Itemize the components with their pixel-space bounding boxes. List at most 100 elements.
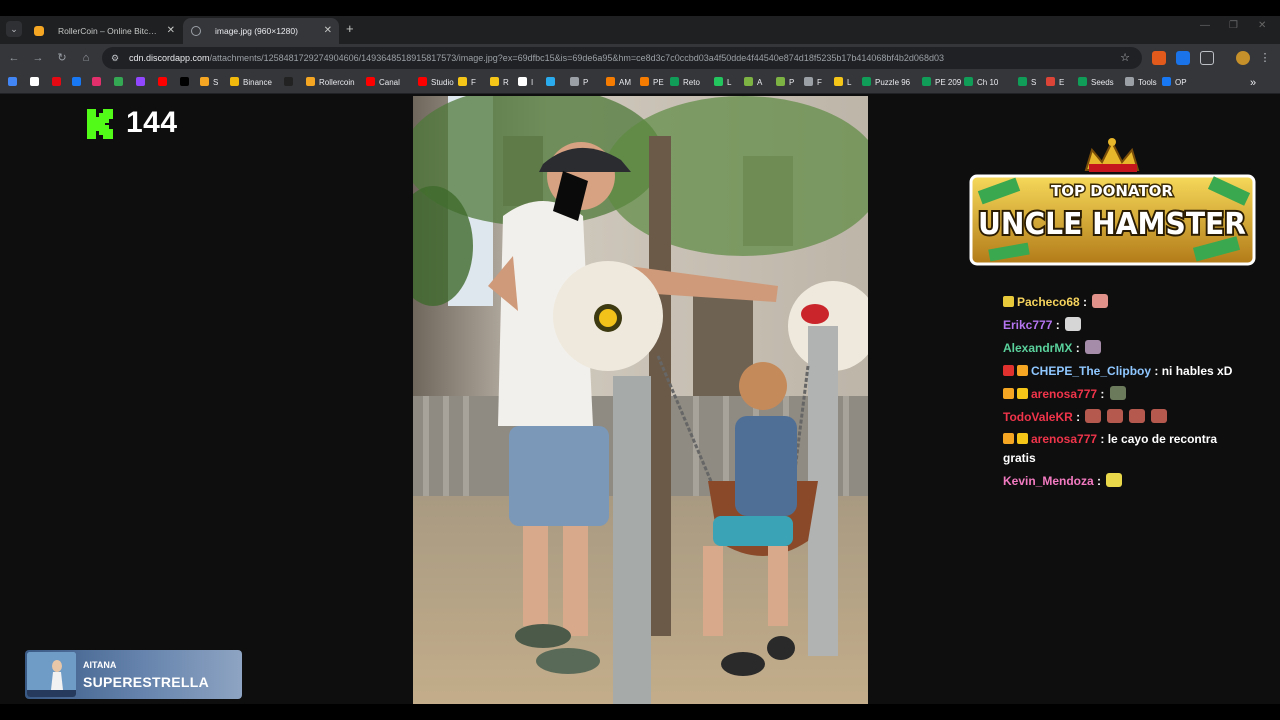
chat-username[interactable]: TodoValeKR	[1003, 410, 1073, 424]
bookmark-item[interactable]: F	[804, 76, 822, 90]
chat-message: TodoValeKR :	[1003, 407, 1243, 427]
bookmark-favicon-icon	[714, 77, 723, 86]
chat-username[interactable]: CHEPE_The_Clipboy	[1031, 364, 1151, 378]
bookmark-item[interactable]: OP	[1162, 76, 1187, 90]
bookmark-favicon-icon	[366, 77, 375, 86]
close-window-icon[interactable]: ✕	[1258, 20, 1266, 31]
bookmark-item[interactable]: Seeds	[1078, 76, 1114, 90]
bookmark-item[interactable]: PE 209	[922, 76, 961, 90]
chat-separator: :	[1072, 341, 1084, 355]
chat-separator: :	[1097, 387, 1108, 401]
now-playing-card: AITANA SUPERESTRELLA	[25, 650, 242, 699]
chat-emote-icon	[1065, 317, 1082, 331]
bookmark-item[interactable]: Binance	[230, 76, 272, 90]
chat-username[interactable]: arenosa777	[1031, 387, 1097, 401]
bookmark-item[interactable]	[114, 76, 127, 90]
chat-overlay: Pacheco68 : Erikc777 : AlexandrMX : CHEP…	[1003, 292, 1243, 494]
bookmark-item[interactable]: E	[1046, 76, 1064, 90]
chat-username[interactable]: Pacheco68	[1017, 295, 1080, 309]
extensions-puzzle-icon[interactable]	[1200, 51, 1214, 65]
bookmark-label: Canal	[379, 78, 400, 87]
chat-message: CHEPE_The_Clipboy : ni hables xD	[1003, 361, 1243, 381]
bookmark-favicon-icon	[922, 77, 931, 86]
viewer-count: 144	[126, 106, 178, 139]
forward-icon[interactable]: →	[30, 50, 46, 66]
bookmark-item[interactable]: PE	[640, 76, 664, 90]
bookmark-item[interactable]: Canal	[366, 76, 400, 90]
bookmark-item[interactable]: S	[1018, 76, 1036, 90]
tab-label: image.jpg (960×1280)	[215, 26, 298, 36]
bookmark-item[interactable]: P	[776, 76, 794, 90]
bookmark-label: I	[531, 78, 534, 87]
profile-avatar[interactable]	[1236, 51, 1250, 65]
maximize-icon[interactable]: ❐	[1229, 20, 1238, 31]
tab-rollercoin[interactable]: RollerCoin – Online Bitcoin Mining Simul…	[26, 18, 182, 44]
bookmark-item[interactable]	[72, 76, 85, 90]
bookmark-item[interactable]: Studio	[418, 76, 454, 90]
chat-username[interactable]: Kevin_Mendoza	[1003, 474, 1094, 488]
tab-search-chevron-icon[interactable]: ⌄	[6, 21, 22, 37]
address-bar[interactable]: ⚙ cdn.discordapp.com/attachments/1258481…	[102, 47, 1142, 69]
close-tab-icon[interactable]: ✕	[167, 18, 175, 44]
bookmark-item[interactable]	[8, 76, 21, 90]
bookmark-item[interactable]: Ch 10	[964, 76, 998, 90]
bookmark-item[interactable]	[136, 76, 149, 90]
bookmark-label: F	[817, 78, 822, 87]
chat-message: arenosa777 : le cayo de recontra gratis	[1003, 430, 1243, 468]
tab-label: RollerCoin – Online Bitcoin Mining Simul…	[58, 26, 158, 36]
bookmark-item[interactable]: F	[458, 76, 476, 90]
bookmark-item[interactable]	[180, 76, 193, 90]
bookmark-item[interactable]: Tools	[1125, 76, 1157, 90]
bookmark-label: PE 209	[935, 78, 962, 87]
bookmark-item[interactable]: S	[200, 76, 218, 90]
bookmark-item[interactable]: AM	[606, 76, 631, 90]
bookmark-item[interactable]: L	[834, 76, 851, 90]
bookmark-favicon-icon	[490, 77, 499, 86]
bookmark-item[interactable]: L	[714, 76, 731, 90]
bookmark-favicon-icon	[200, 77, 209, 86]
bookmark-favicon-icon	[92, 77, 101, 86]
bookmark-item[interactable]: Puzzle 96	[862, 76, 910, 90]
extension-fox-icon[interactable]	[1152, 51, 1166, 65]
bookmark-favicon-icon	[804, 77, 813, 86]
bookmark-favicon-icon	[1018, 77, 1027, 86]
bookmark-item[interactable]	[92, 76, 105, 90]
bookmark-item[interactable]	[52, 76, 65, 90]
bookmark-favicon-icon	[158, 77, 167, 86]
bookmark-item[interactable]	[284, 76, 297, 90]
chat-username[interactable]: AlexandrMX	[1003, 341, 1072, 355]
bookmark-favicon-icon	[30, 77, 39, 86]
close-tab-icon[interactable]: ✕	[324, 18, 332, 44]
bookmark-item[interactable]: Rollercoin	[306, 76, 355, 90]
bookmark-label: PE	[653, 78, 664, 87]
bookmark-item[interactable]: A	[744, 76, 762, 90]
chat-badge-icon	[1017, 388, 1028, 399]
site-info-icon[interactable]: ⚙	[111, 52, 123, 64]
image-viewer-photo[interactable]	[413, 96, 868, 704]
extension-shield-icon[interactable]	[1176, 51, 1190, 65]
tab-image[interactable]: image.jpg (960×1280) ✕	[183, 18, 339, 44]
bookmark-item[interactable]: P	[570, 76, 588, 90]
back-icon[interactable]: ←	[6, 50, 22, 66]
home-icon[interactable]: ⌂	[78, 50, 94, 66]
reload-icon[interactable]: ↻	[54, 50, 70, 66]
bookmark-item[interactable]: Reto	[670, 76, 700, 90]
bookmark-favicon-icon	[136, 77, 145, 86]
chat-badge-icon	[1003, 388, 1014, 399]
new-tab-button[interactable]: +	[346, 21, 354, 36]
chat-badge-icon	[1003, 433, 1014, 444]
chat-separator: :	[1052, 318, 1064, 332]
bookmark-item[interactable]	[30, 76, 43, 90]
chat-username[interactable]: arenosa777	[1031, 432, 1097, 446]
bookmark-item[interactable]	[158, 76, 171, 90]
top-donator-banner: TOP DONATOR UNCLE HAMSTER	[969, 134, 1256, 266]
chat-username[interactable]: Erikc777	[1003, 318, 1052, 332]
menu-kebab-icon[interactable]: ⋮	[1258, 51, 1272, 65]
bookmark-item[interactable]: I	[518, 76, 533, 90]
bookmark-item[interactable]: R	[490, 76, 509, 90]
tab-bar: ⌄ RollerCoin – Online Bitcoin Mining Sim…	[0, 16, 1280, 44]
bookmark-item[interactable]	[546, 76, 559, 90]
bookmark-star-icon[interactable]: ☆	[1120, 51, 1130, 64]
bookmarks-overflow-button[interactable]: »	[1250, 76, 1256, 90]
minimize-icon[interactable]: —	[1200, 20, 1210, 31]
